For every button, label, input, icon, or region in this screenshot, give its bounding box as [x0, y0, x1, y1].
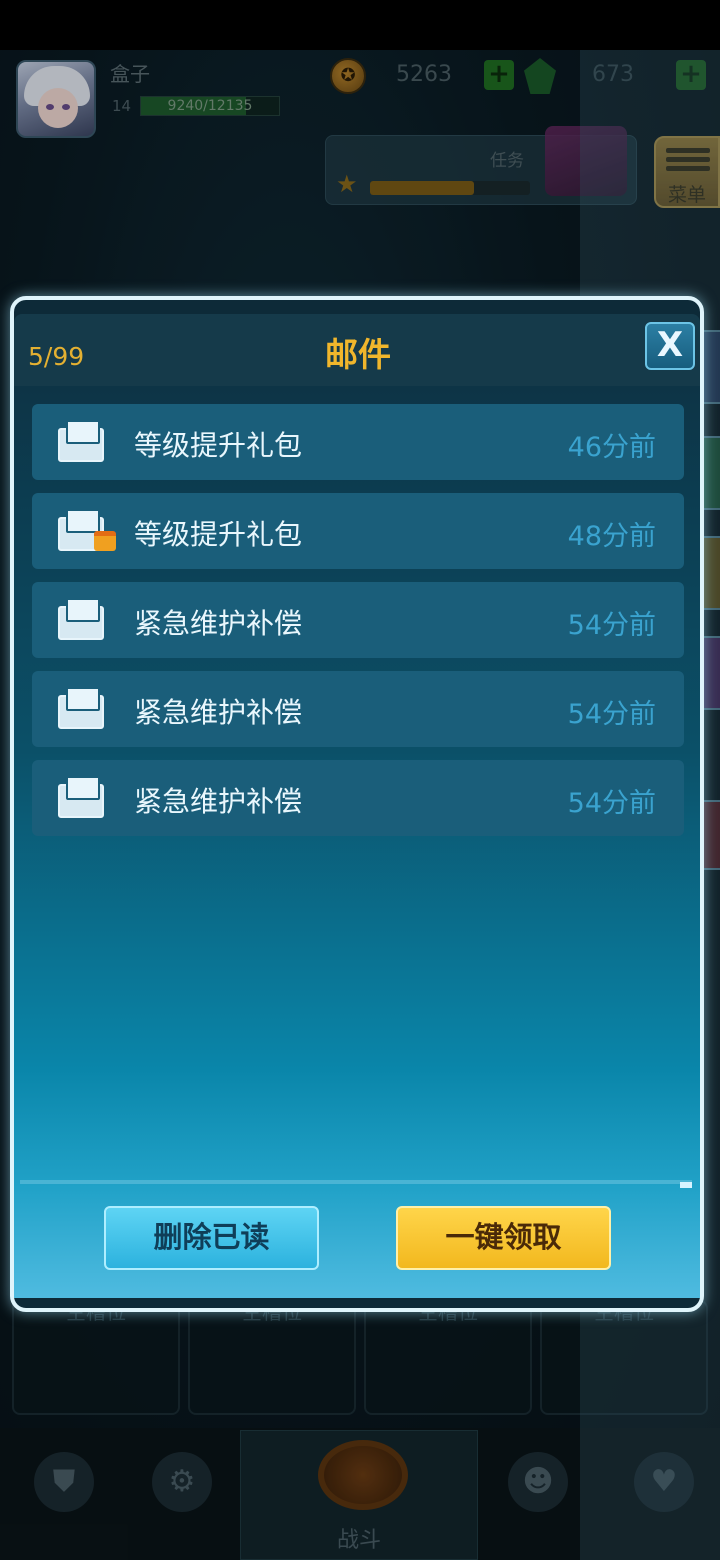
- mail-time: 46分前: [567, 432, 656, 463]
- mail-icon: [58, 774, 106, 820]
- mail-time: 54分前: [567, 788, 656, 819]
- mail-time: 48分前: [567, 521, 656, 552]
- scrollbar-thumb[interactable]: [680, 1182, 692, 1188]
- mail-icon: [58, 507, 116, 553]
- mail-time: 54分前: [567, 610, 656, 641]
- mail-subject: 紧急维护补偿: [134, 785, 303, 818]
- mail-icon: [58, 685, 106, 731]
- mail-count: 5/99: [28, 342, 85, 371]
- mail-subject: 等级提升礼包: [134, 518, 303, 551]
- delete-read-button[interactable]: 删除已读: [104, 1206, 319, 1270]
- mail-subject: 紧急维护补偿: [134, 607, 303, 640]
- mail-subject: 紧急维护补偿: [134, 696, 303, 729]
- scrollbar[interactable]: [20, 1180, 692, 1184]
- mail-icon: [58, 418, 106, 464]
- mail-time: 54分前: [567, 699, 656, 730]
- claim-all-button[interactable]: 一键领取: [396, 1206, 611, 1270]
- close-button[interactable]: X: [645, 322, 695, 370]
- mail-icon: [58, 596, 106, 642]
- gift-icon: [94, 531, 116, 551]
- status-bar: [0, 0, 720, 50]
- mail-dialog-title: 邮件: [325, 335, 391, 374]
- mail-subject: 等级提升礼包: [134, 429, 303, 462]
